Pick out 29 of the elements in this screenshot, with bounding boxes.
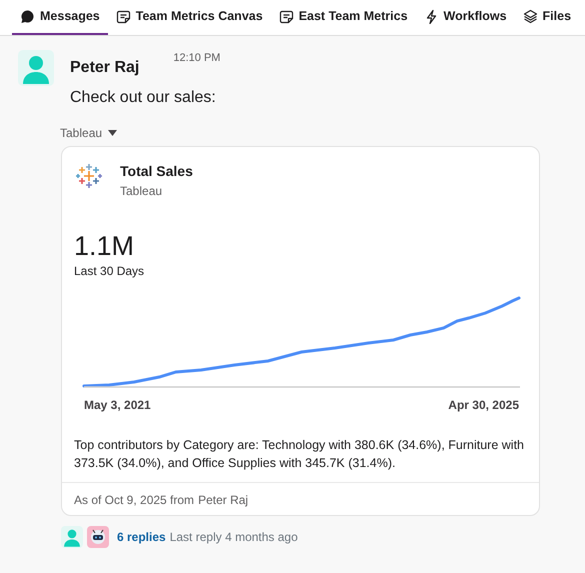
- timestamp: 12:10 PM: [173, 51, 220, 66]
- summary-text: Top contributors by Category are: Technology with 380.6K (34.6%), Furniture with 373.5K (34.0%), and Office Supplies with 345.7K (31.4%).: [74, 436, 525, 472]
- author-link[interactable]: Peter Raj: [198, 490, 248, 509]
- metric-value: 1.1M: [74, 232, 136, 262]
- card-subtitle: Tableau: [120, 183, 164, 200]
- tab[interactable]: Messages: [12, 0, 108, 35]
- card-title: Total Sales: [120, 162, 193, 181]
- avatar-icon: [61, 526, 83, 548]
- chat-bubble-icon: [20, 9, 35, 24]
- attachment-source: Tableau: [60, 125, 102, 142]
- tab[interactable]: Files: [514, 0, 580, 35]
- message-text: Check out our sales:: [70, 88, 217, 108]
- axis-label: Apr 30, 2025: [448, 396, 519, 414]
- avatar-icon: [18, 50, 54, 86]
- last-reply-text: Last reply 4 months ago: [170, 528, 298, 546]
- tableau-logo-icon: [74, 161, 104, 191]
- canvas-icon: [116, 9, 131, 24]
- caret-icon[interactable]: [108, 130, 118, 136]
- author-name[interactable]: Peter Raj: [70, 56, 140, 80]
- layers-icon: [522, 9, 538, 24]
- tab[interactable]: East Team Metrics: [270, 0, 416, 35]
- as-of-text: As of Oct 9, 2025 from: [74, 492, 194, 509]
- canvas-icon: [278, 9, 294, 24]
- axis-label: May 3, 2021: [84, 396, 151, 414]
- metric-period: Last 30 Days: [74, 262, 146, 280]
- replies-link[interactable]: 6 replies: [117, 528, 166, 546]
- tab[interactable]: Workflows: [416, 0, 515, 35]
- robot-avatar-icon: [87, 526, 109, 548]
- tab[interactable]: Team Metrics Canvas: [108, 0, 271, 35]
